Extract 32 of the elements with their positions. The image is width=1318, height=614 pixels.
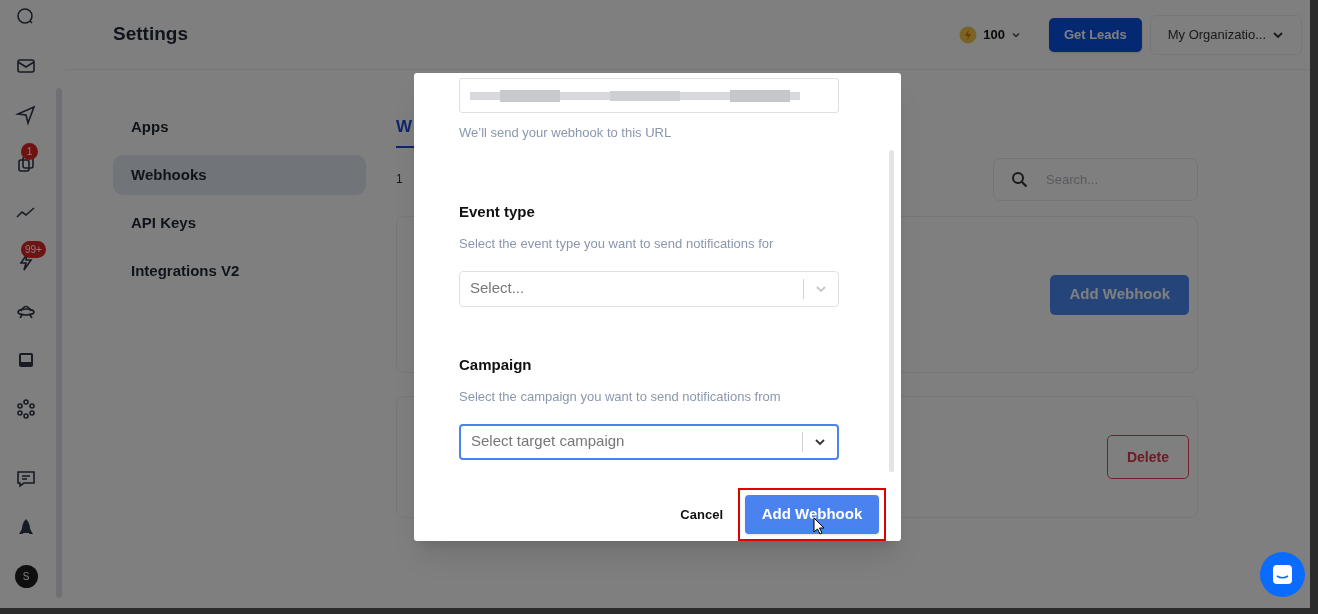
helper-text: We’ll send your webhook to this URL bbox=[459, 124, 673, 142]
settings-nav-item[interactable]: API Keys bbox=[113, 203, 366, 243]
search-icon bbox=[1011, 170, 1028, 188]
chat-icon bbox=[1272, 564, 1293, 585]
helper-text: Select the campaign you want to send notifications from bbox=[459, 388, 782, 406]
message-icon[interactable] bbox=[15, 468, 37, 490]
field-label: Campaign bbox=[459, 354, 533, 375]
notification-badge: 1 bbox=[21, 143, 38, 160]
credits-count: 100 bbox=[983, 25, 1005, 44]
organization-dropdown[interactable]: My Organizatio... bbox=[1149, 14, 1302, 55]
settings-nav-item[interactable]: Integrations V2 bbox=[113, 251, 366, 291]
add-webhook-button[interactable]: Add Webhook bbox=[1050, 274, 1189, 315]
helper-text: Select the event type you want to send notifications for bbox=[459, 235, 775, 253]
settings-nav-item[interactable]: Apps bbox=[113, 107, 366, 147]
count-text: 1 bbox=[396, 171, 404, 188]
select-dropdown[interactable]: Select target campaign bbox=[459, 423, 839, 460]
dots-circle-icon[interactable] bbox=[15, 398, 37, 420]
field-label: Event type bbox=[459, 201, 536, 222]
send-icon[interactable] bbox=[15, 104, 37, 126]
delete-button[interactable]: Delete bbox=[1106, 435, 1189, 479]
add-webhook-button[interactable]: Add Webhook bbox=[745, 495, 879, 534]
url-field[interactable] bbox=[459, 78, 839, 113]
mouse-pointer-icon bbox=[813, 517, 825, 535]
get-leads-button[interactable]: Get Leads bbox=[1048, 17, 1142, 52]
coin-icon bbox=[959, 25, 978, 44]
avatar[interactable]: S bbox=[14, 565, 38, 588]
settings-nav-item[interactable]: Webhooks bbox=[113, 155, 366, 195]
cancel-button[interactable]: Cancel bbox=[680, 504, 723, 525]
page-title: Settings bbox=[113, 22, 189, 47]
notification-badge: 99+ bbox=[21, 241, 46, 258]
select-dropdown[interactable]: Select... bbox=[459, 270, 839, 307]
modal-scrollbar[interactable] bbox=[889, 150, 894, 472]
